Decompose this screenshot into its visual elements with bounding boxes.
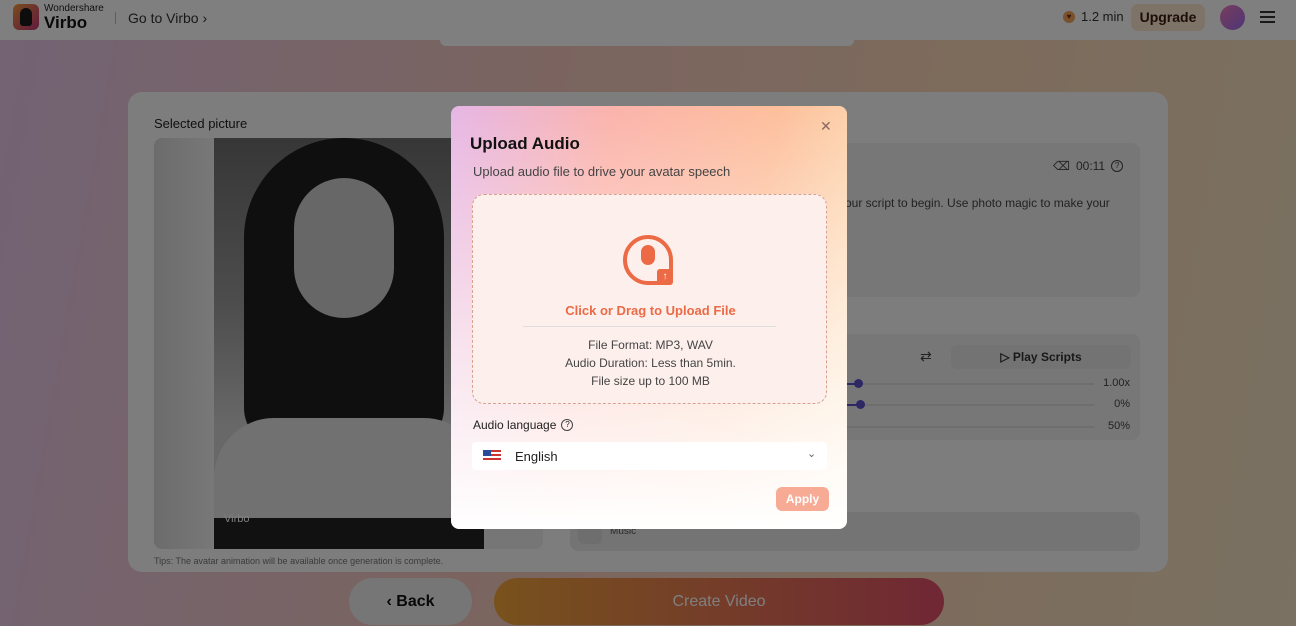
language-select[interactable]: English ⌄ (472, 442, 827, 470)
audio-duration: Audio Duration: Less than 5min. (565, 356, 736, 370)
audio-language-label: Audio language? (473, 418, 574, 432)
close-icon[interactable]: ✕ (820, 118, 832, 135)
upload-audio-dialog: ✕ Upload Audio Upload audio file to driv… (451, 106, 847, 529)
file-format: File Format: MP3, WAV (588, 338, 713, 352)
us-flag-icon (483, 450, 501, 462)
selected-language: English (515, 449, 558, 464)
help-icon[interactable]: ? (561, 419, 574, 431)
upload-dropzone[interactable]: ↑ Click or Drag to Upload File File Form… (472, 194, 827, 404)
upload-title: Click or Drag to Upload File (565, 303, 736, 318)
dialog-subtitle: Upload audio file to drive your avatar s… (473, 164, 731, 179)
dialog-title: Upload Audio (470, 134, 580, 153)
upload-info: File Format: MP3, WAV Audio Duration: Le… (473, 336, 828, 390)
apply-button[interactable]: Apply (776, 487, 829, 511)
language-label-text: Audio language (473, 418, 557, 432)
file-size: File size up to 100 MB (591, 374, 710, 388)
microphone-upload-icon: ↑ (623, 235, 673, 285)
chevron-down-icon: ⌄ (807, 448, 817, 460)
divider (523, 326, 776, 327)
